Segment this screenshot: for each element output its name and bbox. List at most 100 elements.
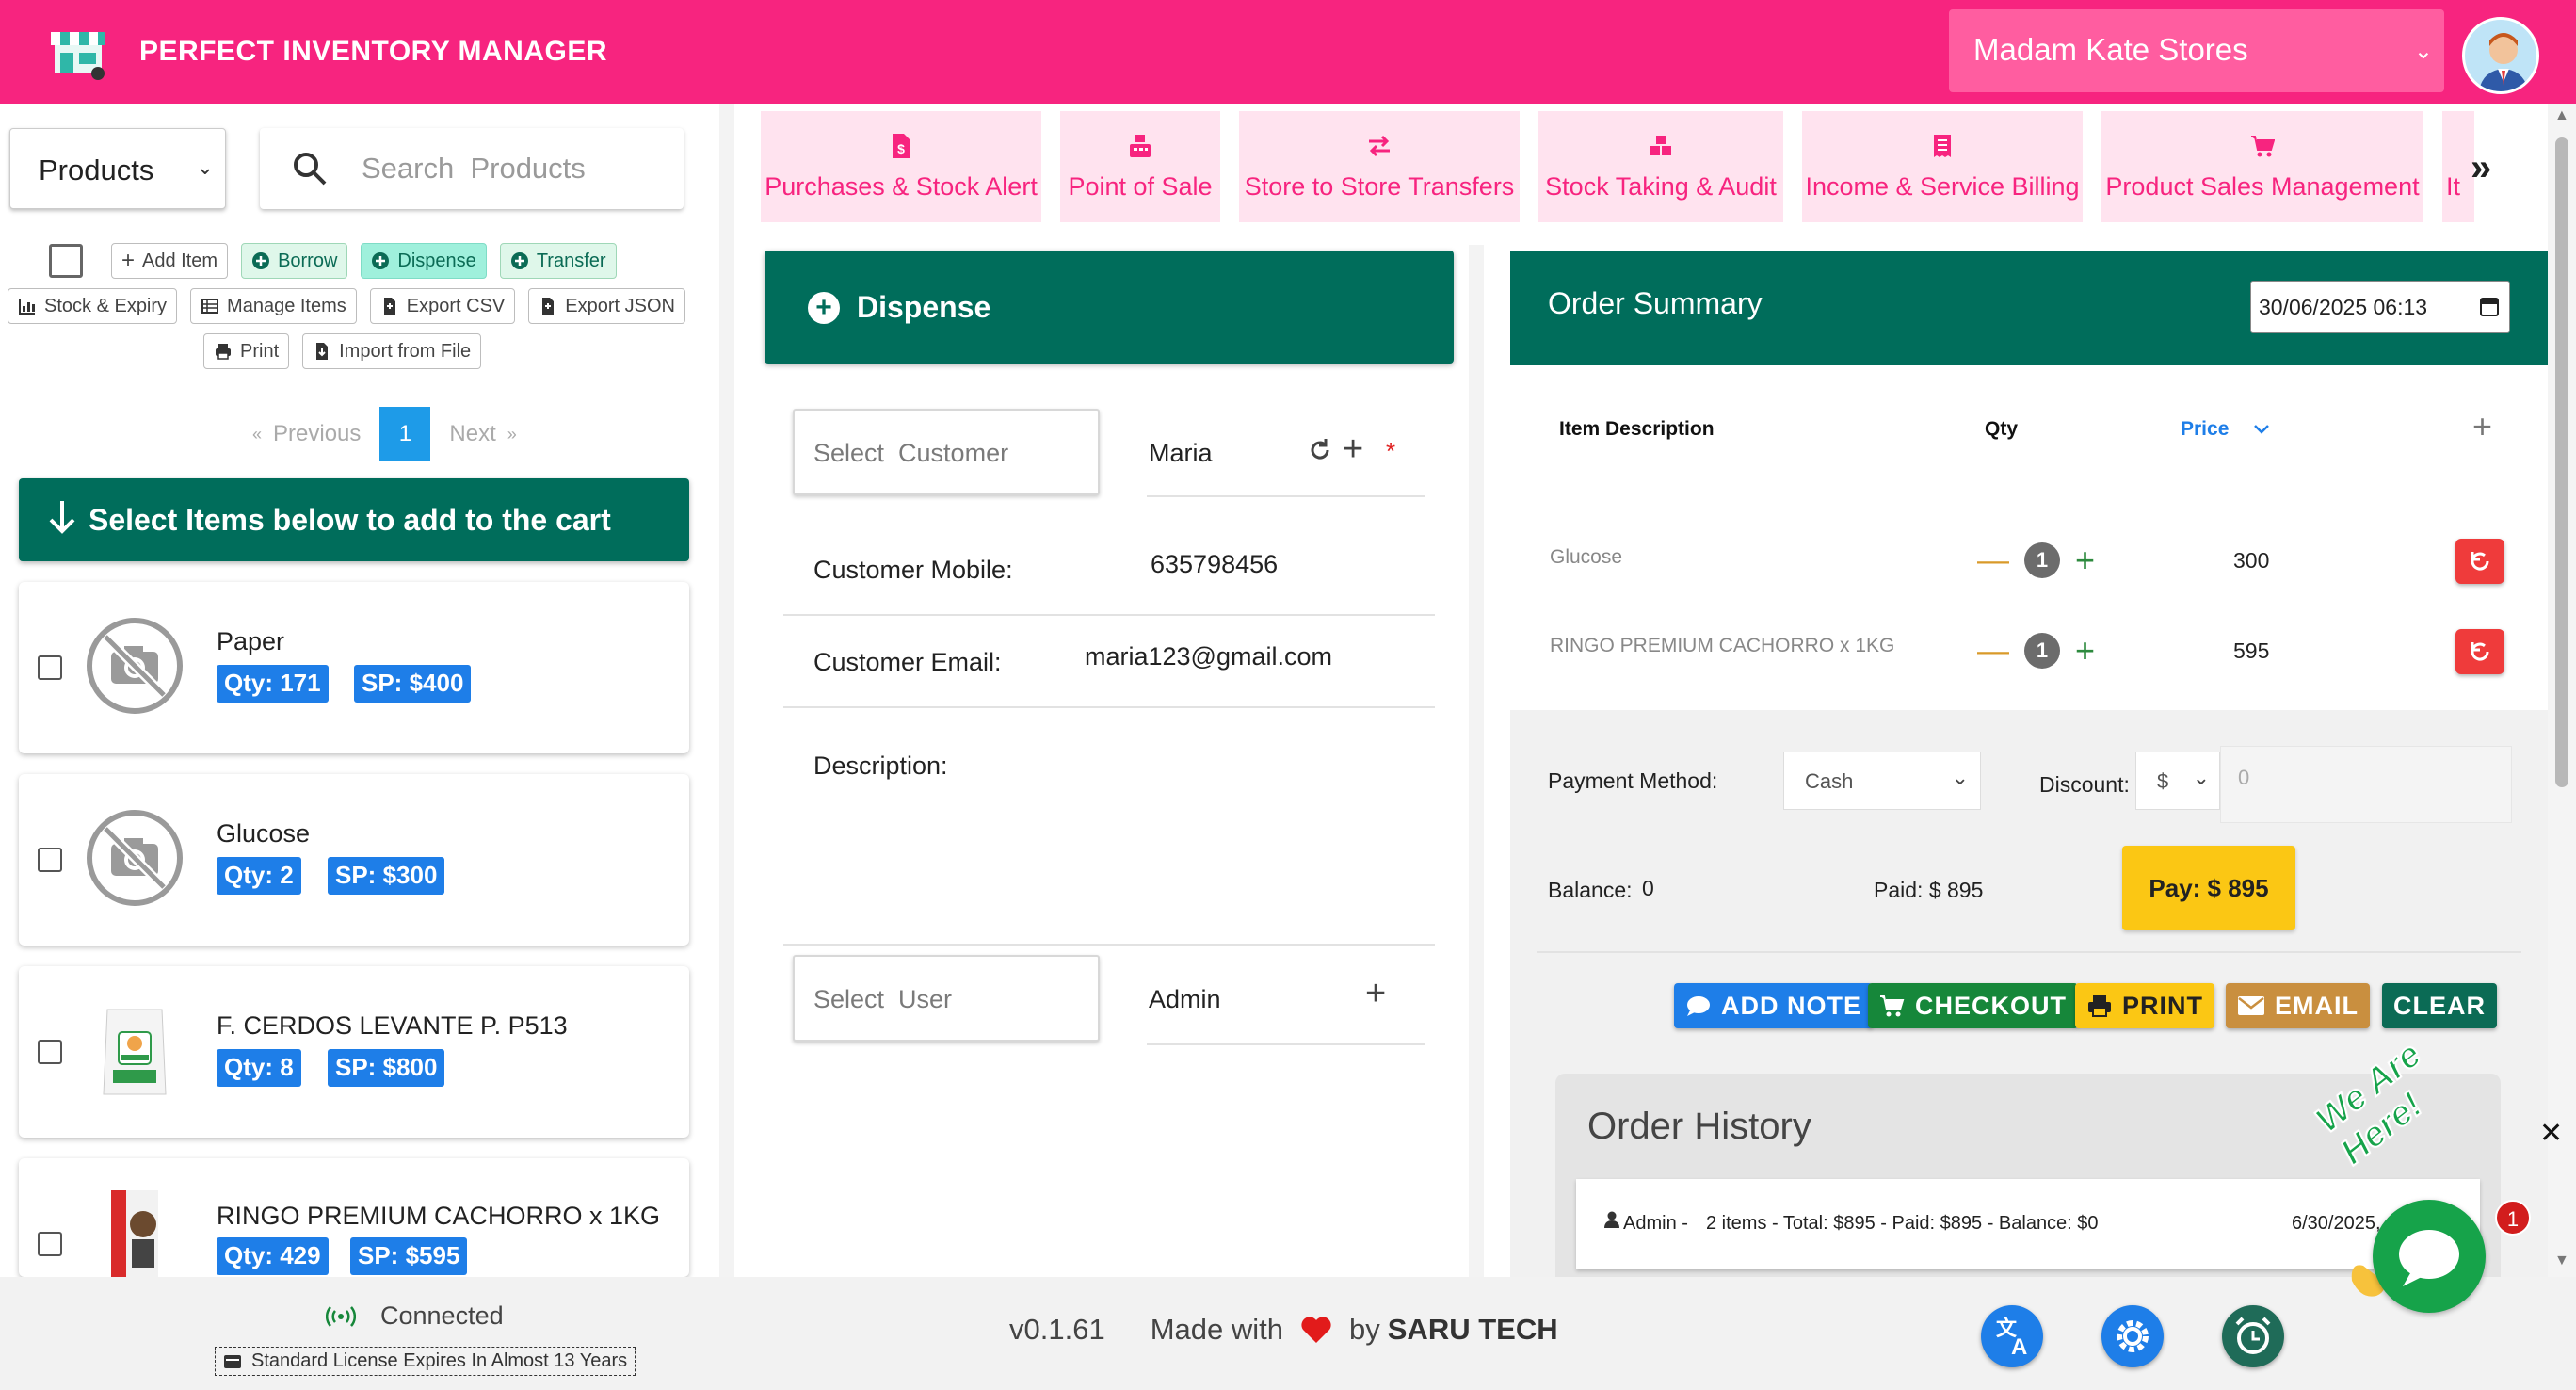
plus-icon[interactable]: + xyxy=(2075,541,2095,580)
app-footer: Connected Standard License Expires In Al… xyxy=(0,1277,2576,1390)
chevron-down-icon[interactable] xyxy=(2252,422,2271,437)
gear-icon xyxy=(2117,1320,2149,1352)
panel-resize-handle[interactable] xyxy=(719,104,734,1277)
checkout-button[interactable]: CHECKOUT xyxy=(1868,983,2078,1028)
translate-button[interactable]: 文A xyxy=(1981,1305,2043,1367)
minus-icon[interactable]: — xyxy=(1977,542,2009,579)
scroll-down-icon[interactable]: ▼ xyxy=(2554,1253,2569,1269)
scroll-up-icon[interactable]: ▲ xyxy=(2554,107,2569,124)
refresh-icon[interactable] xyxy=(1307,437,1333,463)
product-card[interactable]: Glucose Qty: 2 SP: $300 xyxy=(19,774,689,946)
discount-input[interactable]: 0 xyxy=(2220,746,2512,823)
page-scrollbar[interactable]: ▲ ▼ xyxy=(2548,104,2576,1277)
product-price-badge: SP: $300 xyxy=(328,857,445,895)
store-select[interactable]: Madam Kate Stores ⌄ xyxy=(1949,9,2444,92)
customer-email-label: Customer Email: xyxy=(813,648,1002,676)
order-item-name: Glucose xyxy=(1550,546,1623,568)
tabs-scroll-right-icon[interactable]: » xyxy=(2471,147,2491,189)
next-page-link[interactable]: Next xyxy=(449,421,495,447)
svg-text:A: A xyxy=(2011,1334,2027,1360)
scrollbar-thumb[interactable] xyxy=(2555,137,2568,787)
manage-items-button[interactable]: Manage Items xyxy=(190,288,357,324)
tab-income-billing[interactable]: Income & Service Billing xyxy=(1802,111,2083,222)
add-item-button[interactable]: + Add Item xyxy=(111,243,229,279)
plus-circle-icon: + xyxy=(808,292,840,324)
panel-resize-handle[interactable] xyxy=(1469,245,1484,1277)
import-file-button[interactable]: Import from File xyxy=(302,333,482,369)
divider xyxy=(783,706,1435,708)
borrow-label: Borrow xyxy=(278,250,338,271)
product-card[interactable]: F. CERDOS LEVANTE P. P513 Qty: 8 SP: $80… xyxy=(19,966,689,1138)
plus-icon[interactable]: + xyxy=(2075,631,2095,671)
pay-button[interactable]: Pay: $ 895 xyxy=(2122,846,2295,930)
select-all-checkbox[interactable] xyxy=(49,244,83,278)
tab-point-of-sale[interactable]: Point of Sale xyxy=(1060,111,1220,222)
exchange-arrows-icon xyxy=(1369,135,1390,156)
search-input[interactable] xyxy=(362,145,663,192)
minus-icon[interactable]: — xyxy=(1977,633,2009,670)
toolbar-row-1: + Add Item Borrow Dispense Transfer xyxy=(49,243,617,279)
email-button[interactable]: EMAIL xyxy=(2226,983,2370,1028)
settings-button[interactable] xyxy=(2101,1305,2164,1367)
customer-select-input[interactable] xyxy=(813,431,1077,475)
tab-partial[interactable]: It xyxy=(2442,111,2474,222)
borrow-button[interactable]: Borrow xyxy=(241,243,348,279)
tab-product-sales[interactable]: Product Sales Management xyxy=(2101,111,2423,222)
file-export-icon xyxy=(383,298,395,315)
description-textarea[interactable] xyxy=(783,793,1435,944)
dispense-button[interactable]: Dispense xyxy=(361,243,487,279)
chat-close-icon[interactable]: ✕ xyxy=(2539,1117,2563,1150)
manage-items-label: Manage Items xyxy=(227,295,346,316)
product-card[interactable]: RINGO PREMIUM CACHORRO x 1KG Qty: 429 SP… xyxy=(19,1158,689,1277)
double-right-icon: » xyxy=(507,424,517,444)
plus-circle-icon xyxy=(372,252,390,269)
remove-item-button[interactable] xyxy=(2455,629,2504,674)
product-card[interactable]: Paper Qty: 171 SP: $400 xyxy=(19,582,689,753)
add-customer-icon[interactable]: + xyxy=(1343,429,1363,470)
transfer-button[interactable]: Transfer xyxy=(499,243,617,279)
arrow-down-icon xyxy=(49,501,75,534)
product-price-badge: SP: $400 xyxy=(354,665,472,703)
export-csv-label: Export CSV xyxy=(406,295,506,316)
user-icon xyxy=(1604,1211,1619,1228)
add-user-icon[interactable]: + xyxy=(1365,974,1386,1014)
order-datetime-input[interactable]: 30/06/2025 06:13 xyxy=(2250,281,2510,333)
discount-type-value: $ xyxy=(2157,769,2169,793)
add-note-button[interactable]: ADD NOTE xyxy=(1674,983,1873,1028)
cart-banner-text: Select Items below to add to the cart xyxy=(89,503,611,537)
user-select[interactable] xyxy=(793,955,1100,1042)
alarm-button[interactable] xyxy=(2222,1305,2284,1367)
tab-stock-taking-audit[interactable]: Stock Taking & Audit xyxy=(1538,111,1783,222)
paid-amount: Paid: $ 895 xyxy=(1874,878,1984,902)
chat-button[interactable] xyxy=(2373,1200,2486,1313)
export-csv-button[interactable]: Export CSV xyxy=(369,288,516,324)
tab-purchases-stock-alert[interactable]: $ Purchases & Stock Alert xyxy=(761,111,1041,222)
product-checkbox[interactable] xyxy=(38,655,62,680)
store-select-value: Madam Kate Stores xyxy=(1973,32,2248,67)
page-number-current[interactable]: 1 xyxy=(379,407,431,461)
discount-type-select[interactable]: $ ⌄ xyxy=(2135,752,2220,810)
stock-expiry-button[interactable]: Stock & Expiry xyxy=(8,288,178,324)
column-price[interactable]: Price xyxy=(2181,418,2229,441)
order-history-title: Order History xyxy=(1587,1106,1811,1147)
product-checkbox[interactable] xyxy=(38,1232,62,1256)
user-select-input[interactable] xyxy=(813,978,1077,1021)
customer-email-value: maria123@gmail.com xyxy=(1085,642,1332,671)
print-order-button[interactable]: PRINT xyxy=(2075,983,2214,1028)
export-json-button[interactable]: Export JSON xyxy=(528,288,685,324)
product-checkbox[interactable] xyxy=(38,848,62,872)
customer-select[interactable] xyxy=(793,409,1100,495)
previous-page-link[interactable]: Previous xyxy=(273,421,361,447)
order-item-qty: 1 xyxy=(2024,542,2060,578)
product-checkbox[interactable] xyxy=(38,1040,62,1064)
product-qty-badge: Qty: 8 xyxy=(217,1049,301,1087)
remove-item-button[interactable] xyxy=(2455,539,2504,584)
print-button[interactable]: Print xyxy=(203,333,290,369)
user-avatar[interactable] xyxy=(2462,17,2539,94)
payment-method-select[interactable]: Cash ⌄ xyxy=(1783,752,1981,810)
calendar-icon[interactable] xyxy=(2479,295,2500,317)
tab-store-transfers[interactable]: Store to Store Transfers xyxy=(1239,111,1520,222)
made-with-credit: v0.1.61 Made with by SARU TECH xyxy=(1009,1313,1558,1347)
add-line-icon[interactable]: + xyxy=(2472,407,2492,446)
category-select[interactable]: Products ⌄ xyxy=(9,128,226,209)
